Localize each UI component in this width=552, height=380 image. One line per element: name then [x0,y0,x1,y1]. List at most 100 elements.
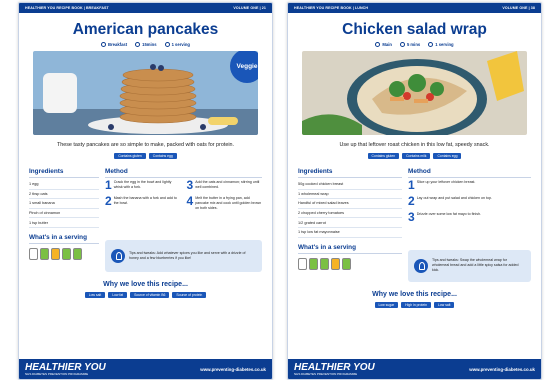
allergen-tag: Contains egg [148,153,177,159]
benefit-tag: Low salt [434,301,455,308]
method-step: 3 Add the oats and cinnamon; stirring unt… [186,178,260,192]
clock-icon [399,42,405,47]
benefit-tags: Low salt Low fat Source of vitamin B6 So… [19,291,272,298]
header-section: HEALTHIER YOU RECIPE BOOK | BREAKFAST [25,6,109,10]
method-heading: Method [408,168,531,178]
recipe-meta: Main 5 mins 1 serving [288,42,541,47]
nutrition-label [51,247,60,260]
why-heading: Why we love this recipe... [103,280,188,288]
nutrition-section: What's in a serving [298,244,402,282]
nutrition-label [62,247,71,260]
ingredient-item: 1 egg [29,180,99,190]
recipe-intro: Use up that leftover roast chicken in th… [339,142,490,148]
benefit-tag: Source of protein [172,291,207,298]
allergen-tag: Contains gluten [367,153,400,159]
ingredient-item: Handful of mixed salad leaves [298,199,402,209]
page-header-bar: HEALTHIER YOU RECIPE BOOK | LUNCH VOLUME… [288,3,541,13]
serving-icon [428,42,434,47]
nutrition-label [73,247,82,260]
nutrition-label [309,257,318,270]
serving-heading: What's in a serving [298,244,402,254]
benefit-tags: Low sugar High in protein Low salt [288,301,541,308]
meal-type: Main [382,42,392,47]
servings: 1 serving [171,42,190,47]
method-step: 1 Slice up your leftover chicken breast. [408,178,476,192]
ingredient-item: 1 tsp butter [29,218,99,228]
serving-icon [164,42,170,47]
page-footer: HEALTHIER YOU NHS DIABETES PREVENTION PRO… [288,359,541,379]
ingredient-item: Pinch of cinnamon [29,209,99,219]
header-page-number: VOLUME ONE | 38 [502,6,535,10]
website-link[interactable]: www.preventing-diabetes.co.uk [106,367,266,372]
allergen-tags: Contains gluten Contains egg [19,153,272,159]
method-section: Method 1 Slice up your leftover chicken b… [408,168,531,238]
why-heading: Why we love this recipe... [372,290,457,298]
ingredient-item: 2 chopped cherry tomatoes [298,209,402,219]
method-step: 4 Melt the butter in a frying pan, add pa… [186,194,262,210]
method-step: 3 Drizzle over some low fat mayo to finis… [408,210,481,224]
nutrition-label [40,247,49,260]
nutrition-label [298,257,307,270]
ingredient-item: 1 small banana [29,199,99,209]
ingredient-item: 1 tsp low fat mayonnaise [298,228,402,238]
page-header-bar: HEALTHIER YOU RECIPE BOOK | BREAKFAST VO… [19,3,272,13]
nutrition-labels [298,257,402,270]
ingredients-section: Ingredients 50g cooked chicken breast 1 … [298,168,402,238]
recipe-page-american-pancakes: HEALTHIER YOU RECIPE BOOK | BREAKFAST VO… [18,2,273,380]
recipe-meta: Breakfast 15mins 1 serving [19,42,272,47]
recipe-intro: These tasty pancakes are so simple to ma… [56,142,235,148]
recipe-title: American pancakes [72,21,219,38]
header-section: HEALTHIER YOU RECIPE BOOK | LUNCH [294,6,369,10]
servings: 1 serving [435,42,454,47]
healthier-you-logo: HEALTHIER YOU NHS DIABETES PREVENTION PRO… [294,361,375,376]
method-heading: Method [105,168,262,178]
recipe-title: Chicken salad wrap [342,21,487,38]
lightbulb-icon [111,248,125,263]
recipe-page-chicken-salad-wrap: HEALTHIER YOU RECIPE BOOK | LUNCH VOLUME… [287,2,542,380]
ingredient-item: 50g cooked chicken breast [298,180,402,190]
nutrition-section: What's in a serving [29,234,99,272]
benefit-tag: Source of vitamin B6 [130,291,170,298]
nutrition-label [320,257,329,270]
recipe-photo-chicken-wrap [302,51,527,135]
tips-text: Tips and tweaks: Swap the wholemeal wrap… [432,258,519,272]
benefit-tag: Low fat [108,291,128,298]
method-section: Method 1 Crack the egg in the bowl and li… [105,168,262,228]
method-step: 2 Mash the banana with a fork and add to … [105,194,177,208]
method-step: 1 Crack the egg in the bowl and lightly w… [105,178,172,192]
allergen-tag: Contains gluten [114,153,146,159]
website-link[interactable]: www.preventing-diabetes.co.uk [375,367,535,372]
tips-text: Tips and tweaks: Add whatever spices you… [129,251,246,260]
prep-time: 15mins [142,42,157,47]
header-page-number: VOLUME ONE | 21 [233,6,266,10]
recipe-photo-pancakes: Veggie [33,51,258,135]
nutrition-label [29,247,38,260]
allergen-tags: Contains gluten Contains milk Contains e… [288,153,541,159]
allergen-tag: Contains egg [433,153,462,159]
ingredient-item: 1 wholemeal wrap [298,190,402,200]
healthier-you-logo: HEALTHIER YOU NHS DIABETES PREVENTION PRO… [25,361,106,376]
veggie-badge: Veggie [230,51,258,83]
tips-box: Tips and tweaks: Swap the wholemeal wrap… [408,249,531,282]
meal-type-icon [101,42,107,47]
benefit-tag: Low salt [84,291,106,298]
ingredients-section: Ingredients 1 egg 2 tbsp oats 1 small ba… [29,168,99,228]
clock-icon [135,42,141,47]
nutrition-label [342,257,351,270]
meal-type: Breakfast [108,42,128,47]
nutrition-label [331,257,340,270]
lightbulb-icon [414,258,428,273]
ingredients-heading: Ingredients [298,168,402,178]
ingredient-item: 1/2 grated carrot [298,218,402,228]
allergen-tag: Contains milk [402,153,431,159]
tips-box: Tips and tweaks: Add whatever spices you… [105,239,262,272]
method-step: 2 Lay out wrap and put salad and chicken … [408,194,493,208]
ingredients-heading: Ingredients [29,168,99,178]
serving-heading: What's in a serving [29,234,99,244]
benefit-tag: High in protein [401,301,432,308]
nutrition-labels [29,247,99,260]
meal-type-icon [375,42,381,47]
ingredient-item: 2 tbsp oats [29,190,99,200]
benefit-tag: Low sugar [374,301,399,308]
page-footer: HEALTHIER YOU NHS DIABETES PREVENTION PRO… [19,359,272,379]
